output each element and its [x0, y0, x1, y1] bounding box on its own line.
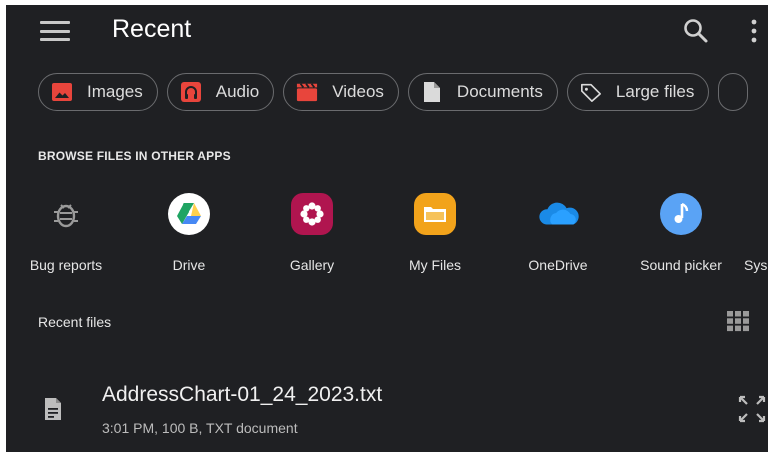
chip-label: Videos — [332, 82, 384, 101]
chip-videos[interactable]: Videos — [283, 73, 399, 111]
headphones-icon — [180, 81, 202, 103]
bug-icon — [45, 193, 87, 235]
category-chips: Images Audio Videos Documents Large file… — [38, 73, 749, 111]
app-label: Gallery — [289, 257, 335, 273]
folder-icon — [414, 193, 456, 235]
app-label: OneDrive — [528, 257, 588, 273]
app-bug-reports[interactable]: Bug reports — [6, 193, 126, 273]
app-window: Recent Images Audio Videos Documents Lar… — [6, 5, 768, 452]
section-heading-browse: BROWSE FILES IN OTHER APPS — [38, 149, 231, 163]
document-icon — [421, 81, 443, 103]
search-icon[interactable] — [682, 17, 710, 45]
app-drive[interactable]: Drive — [129, 193, 249, 273]
cloud-icon — [537, 193, 579, 235]
page-title: Recent — [112, 15, 192, 43]
clapperboard-icon — [296, 81, 318, 103]
chip-audio[interactable]: Audio — [166, 73, 275, 111]
music-note-icon — [660, 193, 702, 235]
expand-icon[interactable] — [736, 393, 768, 425]
chip-label: Audio — [215, 82, 260, 101]
app-label: Bug reports — [29, 257, 103, 273]
app-onedrive[interactable]: OneDrive — [498, 193, 618, 273]
app-gallery[interactable]: Gallery — [252, 193, 372, 273]
tag-icon — [580, 81, 602, 103]
chip-label: Documents — [456, 82, 543, 101]
app-label: My Files — [408, 257, 462, 273]
file-list-item[interactable]: AddressChart-01_24_2023.txt 3:01 PM, 100… — [6, 375, 768, 445]
chip-label: Images — [87, 82, 143, 101]
more-vertical-icon[interactable] — [744, 17, 764, 45]
section-heading-recent-files: Recent files — [38, 314, 112, 330]
app-my-files[interactable]: My Files — [375, 193, 495, 273]
gallery-icon — [291, 193, 333, 235]
file-meta: 3:01 PM, 100 B, TXT document — [102, 420, 298, 436]
text-file-icon — [45, 398, 61, 420]
chip-label: Large files — [615, 82, 695, 101]
chip-documents[interactable]: Documents — [407, 73, 558, 111]
app-label: Sound picker — [640, 257, 722, 273]
app-sound-picker[interactable]: Sound picker — [621, 193, 741, 273]
app-label: Drive — [172, 257, 206, 273]
chip-large-files[interactable]: Large files — [566, 73, 710, 111]
app-label: Sys — [744, 257, 768, 273]
file-name: AddressChart-01_24_2023.txt — [102, 383, 383, 406]
chip-partial[interactable] — [718, 73, 749, 111]
chip-images[interactable]: Images — [38, 73, 158, 111]
image-icon — [51, 81, 73, 103]
grid-view-icon[interactable] — [726, 310, 750, 332]
app-partial[interactable]: Sys — [744, 193, 768, 273]
google-drive-icon — [168, 193, 210, 235]
hamburger-menu-icon[interactable] — [40, 19, 70, 43]
